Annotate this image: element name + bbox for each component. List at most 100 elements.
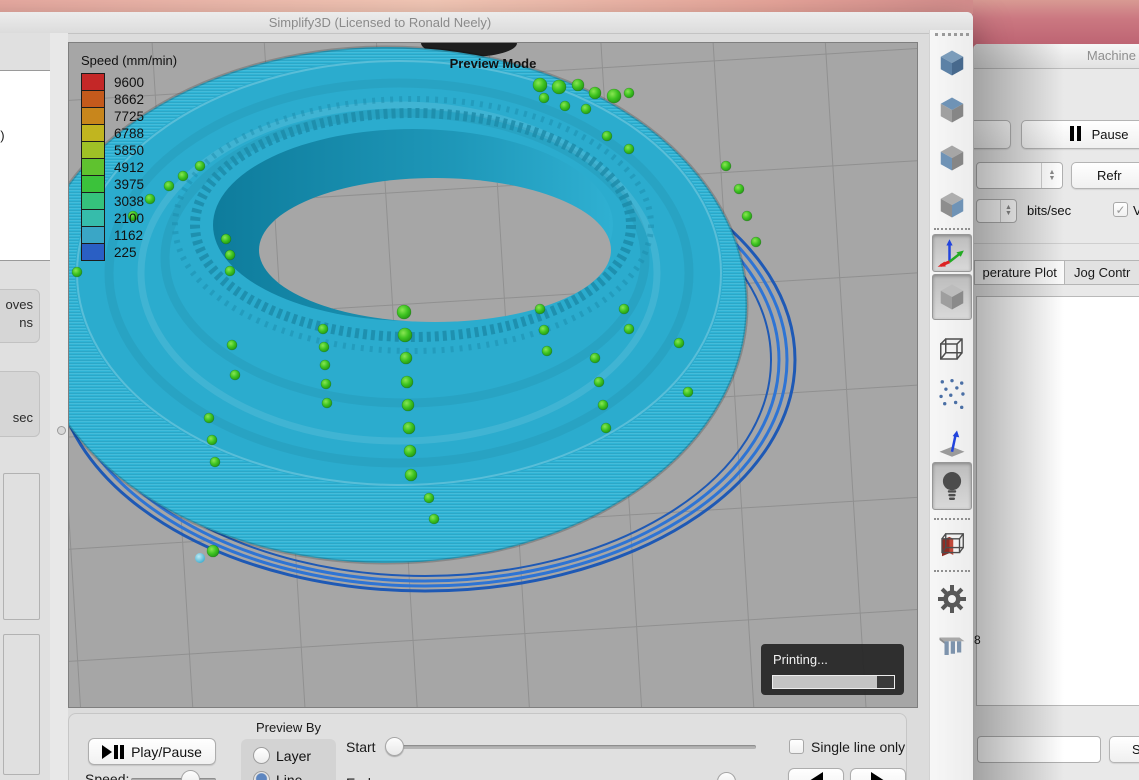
step-forward-icon: [871, 772, 885, 780]
settings-gear-icon[interactable]: [932, 580, 972, 618]
stepper-arrows-icon[interactable]: ▲▼: [1000, 200, 1016, 222]
verbose-checkbox-label: Ve: [1133, 203, 1139, 218]
legend-color-swatch: [81, 175, 105, 193]
retraction-marker: [225, 266, 235, 276]
retraction-marker: [319, 342, 329, 352]
start-slider-track[interactable]: [386, 745, 756, 749]
step-back-button[interactable]: [788, 768, 844, 780]
legend-entry: 4912: [81, 158, 177, 176]
radio-layer-dot[interactable]: [253, 747, 270, 764]
refresh-button[interactable]: Refr: [1071, 162, 1139, 189]
wireframe-cube-icon[interactable]: [932, 330, 972, 368]
front-view-cube-icon[interactable]: [932, 139, 972, 177]
splitter-handle[interactable]: [57, 426, 66, 435]
speed-group-box: sec: [0, 371, 40, 437]
legend-entry: 5850: [81, 141, 177, 159]
end-slider-thumb[interactable]: [717, 772, 736, 780]
lighting-bulb-icon[interactable]: [932, 462, 972, 510]
retraction-marker: [405, 469, 417, 481]
points-display-icon[interactable]: [932, 372, 972, 416]
side-view-cube-icon[interactable]: [932, 186, 972, 224]
gcode-preview-scene[interactable]: [69, 43, 917, 707]
pause-icon: [1069, 126, 1083, 144]
moves-group-box: oves ns: [0, 289, 40, 343]
legend-entry: 2100: [81, 209, 177, 227]
window-titlebar[interactable]: Simplify3D (Licensed to Ronald Neely): [0, 12, 973, 34]
machine-window-titlebar[interactable]: Machine: [974, 44, 1139, 69]
retraction-marker: [402, 399, 414, 411]
machine-tab-bar: perature Plot Jog Contr: [974, 260, 1139, 285]
retraction-marker: [607, 89, 621, 103]
legend-color-swatch: [81, 243, 105, 261]
start-slider-thumb[interactable]: [385, 737, 404, 756]
baud-rate-combo[interactable]: ▲▼: [976, 199, 1017, 223]
retraction-marker: [195, 161, 205, 171]
retraction-marker: [624, 324, 634, 334]
retraction-marker: [227, 340, 237, 350]
retraction-marker: [322, 398, 332, 408]
cross-section-icon[interactable]: [932, 526, 972, 564]
radio-line-dot[interactable]: [253, 771, 270, 780]
toolbar-separator: [934, 228, 970, 230]
verbose-checkbox[interactable]: ✓: [1113, 202, 1128, 217]
solid-render-cube-icon[interactable]: [932, 274, 972, 320]
temperature-plot-area[interactable]: [976, 296, 1139, 706]
legend-entry: 1162: [81, 226, 177, 244]
play-pause-button[interactable]: Play/Pause: [88, 738, 216, 765]
retraction-marker: [539, 93, 549, 103]
retraction-marker: [601, 423, 611, 433]
legend-entry: 9600: [81, 73, 177, 91]
surface-normals-icon[interactable]: [932, 424, 972, 462]
legend-value: 2100: [105, 211, 144, 226]
send-command-button[interactable]: Se: [1109, 736, 1139, 763]
stepper-arrows-icon[interactable]: ▲▼: [1041, 163, 1062, 188]
step-forward-button[interactable]: [850, 768, 906, 780]
retraction-marker: [721, 161, 731, 171]
legend-value: 5850: [105, 143, 144, 158]
legend-color-swatch: [81, 226, 105, 244]
retraction-marker: [178, 171, 188, 181]
group-label-fragment: oves: [6, 297, 33, 312]
retraction-marker: [572, 79, 584, 91]
play-pause-label: Play/Pause: [131, 744, 202, 760]
top-view-cube-icon[interactable]: [932, 91, 972, 129]
tab-temperature-plot[interactable]: perature Plot: [974, 260, 1065, 285]
radio-layer[interactable]: Layer: [253, 747, 311, 764]
radio-line[interactable]: Line: [253, 771, 302, 780]
pause-print-button[interactable]: Pause: [1021, 120, 1139, 149]
port-select-combo[interactable]: ▲▼: [976, 162, 1063, 189]
default-view-cube-icon[interactable]: [932, 44, 972, 82]
end-slider-label: End: [346, 775, 371, 780]
coordinate-axes-icon[interactable]: [932, 234, 972, 272]
speed-legend: Speed (mm/min) 9600866277256788585049123…: [81, 53, 177, 261]
support-structures-icon[interactable]: [932, 626, 972, 664]
legend-color-swatch: [81, 124, 105, 142]
retraction-marker: [404, 445, 416, 457]
printing-progress-fill: [773, 676, 877, 688]
retraction-marker: [552, 80, 566, 94]
speed-slider-thumb[interactable]: [181, 770, 200, 780]
retraction-marker: [560, 101, 570, 111]
legend-value: 6788: [105, 126, 144, 141]
retraction-marker: [594, 377, 604, 387]
process-listbox[interactable]: [0, 70, 52, 261]
retraction-marker: [589, 87, 601, 99]
legend-color-swatch: [81, 107, 105, 125]
window-title: Simplify3D (Licensed to Ronald Neely): [0, 12, 973, 33]
legend-rows: 9600866277256788585049123975303821001162…: [81, 73, 177, 261]
preview-3d-viewport[interactable]: Speed (mm/min) 9600866277256788585049123…: [68, 42, 918, 708]
toolbar-separator: [934, 570, 970, 572]
toolbar-drag-handle[interactable]: [935, 33, 969, 36]
machine-partial-button[interactable]: [973, 120, 1011, 149]
gcode-command-input[interactable]: [977, 736, 1101, 763]
preview-mode-label: Preview Mode: [69, 56, 917, 71]
retraction-marker: [624, 144, 634, 154]
tab-jog-controls[interactable]: Jog Contr: [1065, 260, 1139, 285]
printing-progress-overlay: Printing...: [761, 644, 904, 695]
panel-divider-strip: [50, 33, 68, 780]
machine-separator: [974, 243, 1139, 244]
legend-value: 8662: [105, 92, 144, 107]
single-line-checkbox[interactable]: [789, 739, 804, 754]
legend-entry: 3038: [81, 192, 177, 210]
retraction-marker: [533, 78, 547, 92]
